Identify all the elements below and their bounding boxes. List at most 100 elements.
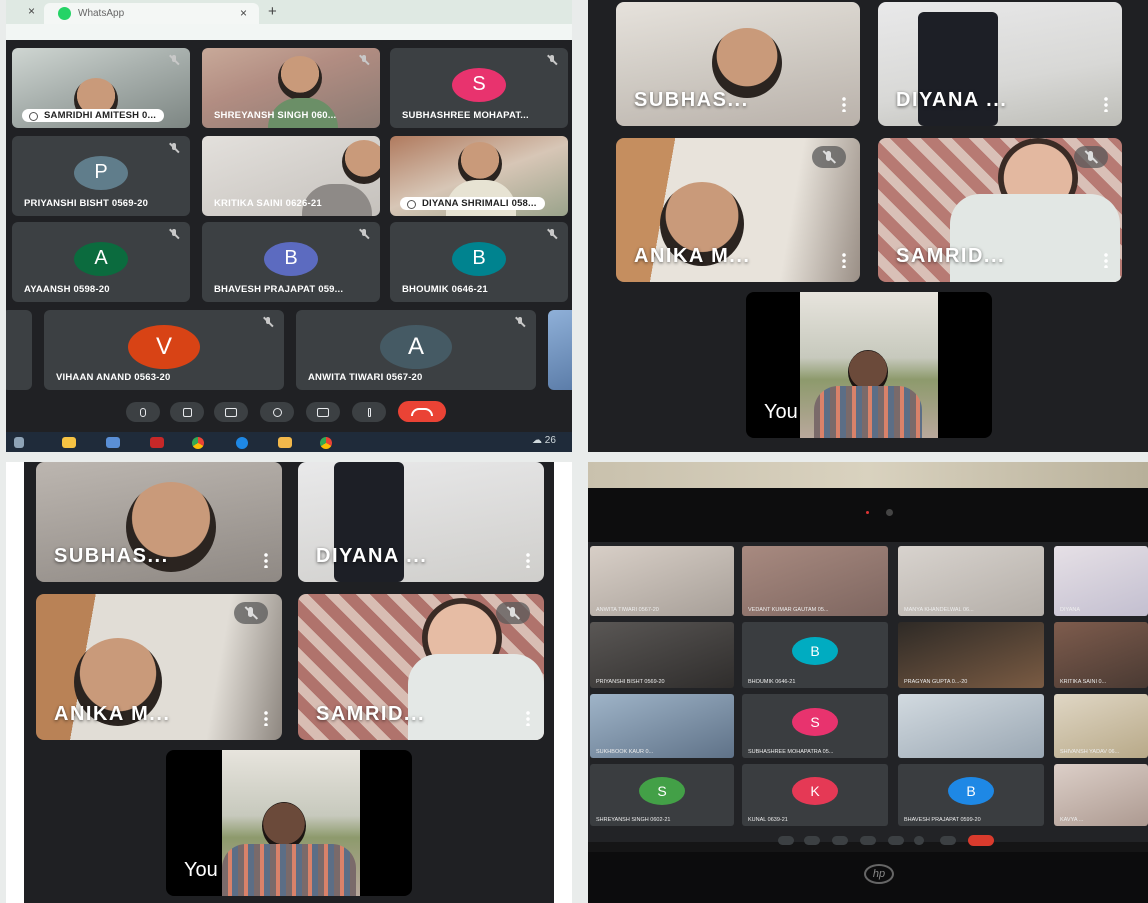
more-options-button[interactable] — [352, 402, 386, 422]
leave-call-button[interactable] — [968, 835, 994, 846]
close-tab-icon[interactable]: × — [28, 4, 35, 18]
present-button[interactable] — [888, 836, 904, 845]
raise-hand-button[interactable] — [260, 402, 294, 422]
more-vert-icon[interactable] — [842, 252, 846, 268]
more-vert-icon[interactable] — [526, 710, 530, 726]
close-tab-icon[interactable]: × — [240, 6, 247, 20]
participant-tile[interactable]: SHIVANSH YADAV 06... — [1054, 694, 1148, 758]
participant-tile[interactable]: S SHREYANSH SINGH 0602-21 — [590, 764, 734, 826]
weather-widget[interactable]: ☁ 26 — [532, 435, 556, 446]
participant-tile[interactable]: V VIHAAN ANAND 0563-20 — [44, 310, 284, 390]
participant-tile-partial[interactable] — [6, 310, 32, 390]
participant-tile[interactable]: KRITIKA SAINI 0626-21 — [202, 136, 380, 216]
microphone-button[interactable] — [778, 836, 794, 845]
captions-icon — [225, 407, 237, 417]
participant-tile[interactable]: VEDANT KUMAR GAUTAM 05... — [742, 546, 888, 616]
participant-tile[interactable]: A AYAANSH 0598-20 — [12, 222, 190, 302]
participant-tile[interactable]: DIYANA ... — [298, 462, 544, 582]
chrome-icon[interactable] — [192, 437, 204, 449]
participant-tile[interactable]: SAMRID... — [878, 138, 1122, 282]
more-vert-icon[interactable] — [1104, 96, 1108, 112]
mic-off-icon — [514, 316, 526, 328]
participant-tile[interactable]: A ANWITA TIWARI 0567-20 — [296, 310, 536, 390]
participant-tile[interactable]: DIYANA SHRIMALI 058... — [390, 136, 568, 216]
present-button[interactable] — [306, 402, 340, 422]
participant-name: SUBHAS... — [634, 89, 749, 111]
more-vert-icon[interactable] — [264, 710, 268, 726]
self-label: You — [764, 401, 798, 423]
participant-tile[interactable]: KRITIKA SAINI 0... — [1054, 622, 1148, 688]
self-view-tile[interactable]: You — [746, 292, 992, 438]
more-vert-icon[interactable] — [842, 96, 846, 112]
participant-tile[interactable]: MANYA KHANDELWAL 06... — [898, 546, 1044, 616]
address-bar[interactable] — [6, 24, 572, 40]
phone-meet-screenshot-b: SUBHAS... DIYANA ... ANIKA M... SAMRID..… — [6, 462, 572, 903]
participant-name: SUKHBOOK KAUR 0... — [596, 749, 654, 755]
new-tab-button[interactable]: + — [268, 3, 277, 20]
camera-app-icon[interactable] — [106, 437, 120, 448]
participant-tile[interactable] — [898, 694, 1044, 758]
participant-name: DIYANA SHRIMALI 058... — [400, 197, 545, 210]
participant-tile[interactable]: SUBHAS... — [616, 2, 860, 126]
self-view-tile[interactable]: You — [166, 750, 412, 896]
participant-tile[interactable]: ANWITA TIWARI 0567-20 — [590, 546, 734, 616]
chrome-icon[interactable] — [320, 437, 332, 449]
participant-name: SAMRID... — [896, 245, 1006, 267]
skype-icon[interactable] — [236, 437, 248, 449]
captions-button[interactable] — [214, 402, 248, 422]
participant-tile[interactable]: P PRIYANSHI BISHT 0569-20 — [12, 136, 190, 216]
participant-video — [278, 56, 322, 100]
participant-tile[interactable]: DIYANA ... — [878, 2, 1122, 126]
participant-tile[interactable]: ANIKA M... — [36, 594, 282, 740]
raise-hand-button[interactable] — [860, 836, 876, 845]
more-options-button[interactable] — [940, 836, 956, 845]
participant-tile[interactable]: SAMRID... — [298, 594, 544, 740]
participant-avatar: A — [74, 241, 128, 276]
participant-tile[interactable]: B BHAVESH PRAJAPAT 0599-20 — [898, 764, 1044, 826]
mic-off-icon — [168, 54, 180, 66]
participant-video — [342, 140, 380, 184]
camera-button[interactable] — [170, 402, 204, 422]
participant-tile[interactable]: B BHAVESH PRAJAPAT 059... — [202, 222, 380, 302]
participant-tile[interactable]: K KUNAL 0639-21 — [742, 764, 888, 826]
participant-avatar: B — [264, 241, 318, 276]
browser-tab-bar: × WhatsApp × + — [6, 0, 572, 24]
mic-off-icon — [546, 228, 558, 240]
video-app-icon[interactable] — [150, 437, 164, 448]
participant-tile[interactable]: SAMRIDHI AMITESH 0... — [12, 48, 190, 128]
participant-avatar: P — [74, 155, 128, 190]
participant-tile[interactable]: SUKHBOOK KAUR 0... — [590, 694, 734, 758]
participant-name: KAVYA ... — [1060, 817, 1084, 823]
participant-name: MANYA KHANDELWAL 06... — [904, 607, 974, 613]
participant-tile-partial[interactable] — [548, 310, 572, 390]
mic-off-icon — [168, 228, 180, 240]
participant-name: PRIYANSHI BISHT 0569-20 — [24, 198, 149, 209]
camera-button[interactable] — [804, 836, 820, 845]
participant-tile[interactable]: PRAGYAN GUPTA 0...-20 — [898, 622, 1044, 688]
more-vert-icon[interactable] — [264, 552, 268, 568]
participant-tile[interactable]: B BHOUMIK 0646-21 — [390, 222, 568, 302]
participant-avatar: B — [792, 637, 838, 666]
participant-tile[interactable]: KAVYA ... — [1054, 764, 1148, 826]
microphone-button[interactable] — [126, 402, 160, 422]
participant-tile[interactable]: PRIYANSHI BISHT 0569-20 — [590, 622, 734, 688]
participant-tile[interactable]: S SUBHASHREE MOHAPATRA 05... — [742, 694, 888, 758]
participant-tile[interactable]: S SUBHASHREE MOHAPAT... — [390, 48, 568, 128]
photos-app-icon[interactable] — [278, 437, 292, 448]
captions-button[interactable] — [832, 836, 848, 845]
participant-tile[interactable]: B BHOUMIK 0646-21 — [742, 622, 888, 688]
participant-tile[interactable]: DIYANA — [1054, 546, 1148, 616]
participant-video — [950, 194, 1120, 282]
more-vert-icon[interactable] — [1104, 252, 1108, 268]
more-vert-icon[interactable] — [526, 552, 530, 568]
file-explorer-icon[interactable] — [62, 437, 76, 448]
participant-tile[interactable]: SUBHAS... — [36, 462, 282, 582]
participant-avatar: V — [128, 324, 200, 369]
more-options-button[interactable] — [914, 836, 924, 845]
task-view-icon[interactable] — [14, 437, 24, 448]
leave-call-button[interactable] — [398, 401, 446, 422]
participant-tile[interactable]: SHREYANSH SINGH 060... — [202, 48, 380, 128]
participant-tile[interactable]: ANIKA M... — [616, 138, 860, 282]
participant-name: ANWITA TIWARI 0567-20 — [596, 607, 659, 613]
browser-tab-whatsapp[interactable]: WhatsApp × — [44, 3, 259, 24]
